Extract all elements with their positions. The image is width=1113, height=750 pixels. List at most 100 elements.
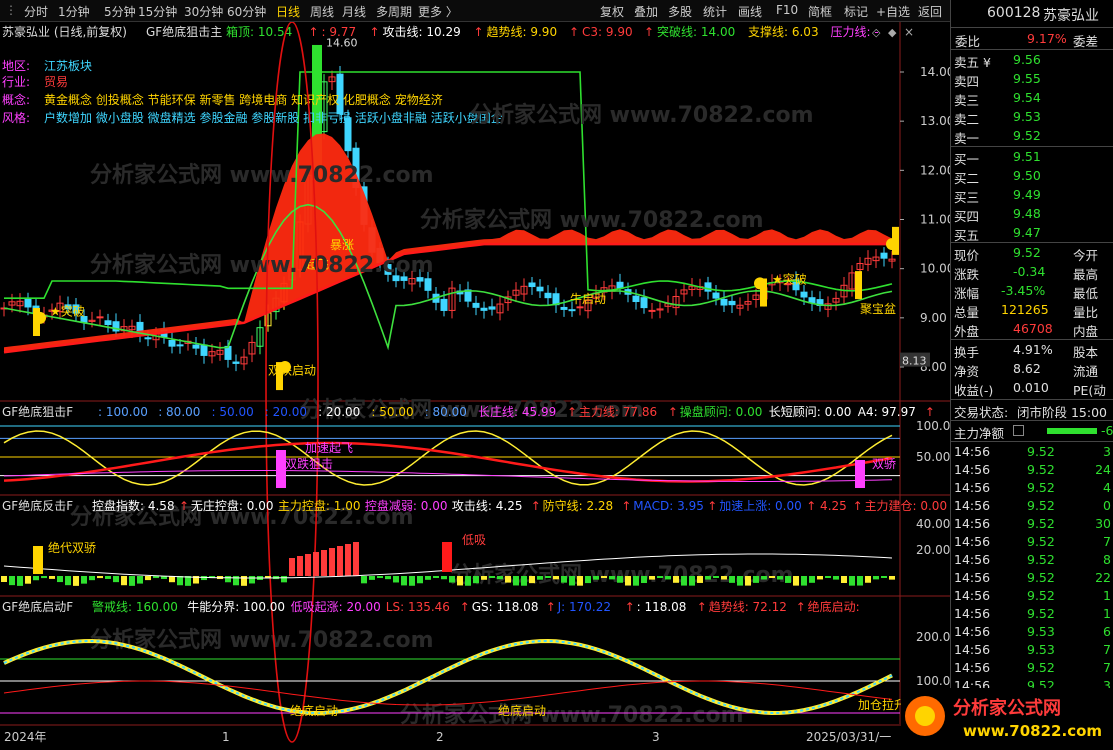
tick-volume: 6: [1103, 624, 1111, 639]
panel3-param-3: 主力控盘: 1.00: [278, 498, 361, 513]
panel3-bar: [505, 576, 511, 583]
buy-price: 9.50: [1013, 168, 1041, 183]
tick-row[interactable]: 14:56 9.52 8: [951, 551, 1113, 569]
toolbar-button-6[interactable]: 简框: [808, 3, 832, 20]
toolbar-button-3[interactable]: 统计: [703, 3, 727, 20]
panel3-param-6: ↑: [531, 499, 541, 513]
period-tab-8[interactable]: 月线: [342, 3, 366, 20]
tick-row[interactable]: 14:56 9.52 30: [951, 515, 1113, 533]
weibi-value: 9.17%: [1027, 31, 1067, 46]
panel4-param-8: ↑: [625, 600, 635, 614]
buy-price: 9.49: [1013, 187, 1041, 202]
period-tab-5[interactable]: 60分钟: [227, 3, 266, 20]
stock-header: 600128 苏豪弘业: [951, 4, 1113, 26]
trade-status-row: 交易状态: 闭市阶段 15:00: [951, 401, 1113, 420]
panel3-bar: [281, 576, 287, 583]
tick-row[interactable]: 14:56 9.52 22: [951, 569, 1113, 587]
money-bag-icon: [34, 311, 46, 324]
panel3-param-0: 控盘指数: 4.58: [92, 498, 175, 513]
x-axis-label-2: 2: [436, 730, 444, 744]
toolbar-button-4[interactable]: 画线: [738, 3, 762, 20]
panel3-bar: [713, 576, 719, 579]
stat2-value: 0.010: [1013, 380, 1049, 395]
panel3-bar: [513, 576, 519, 586]
panel3-bar: [249, 576, 255, 584]
tick-row[interactable]: 14:56 9.52 7: [951, 533, 1113, 551]
panel3-bar: [305, 554, 311, 576]
chart-area[interactable]: 14.0013.0012.0011.0010.009.008.008.1314.…: [0, 21, 954, 747]
period-tab-0[interactable]: 分时: [24, 3, 48, 20]
panel4-param-10: ↑: [697, 600, 707, 614]
logo-text: 分析家公式网: [953, 697, 1061, 719]
panel3-bar: [441, 576, 447, 580]
main-title: 苏豪弘业 (日线,前复权): [2, 24, 127, 39]
tick-time: 14:56: [954, 516, 991, 531]
main-annotation-2: 暴涨: [330, 237, 354, 252]
candle-body: [424, 278, 432, 291]
tick-volume: 22: [1095, 570, 1111, 585]
toolbar-button-0[interactable]: 复权: [600, 3, 624, 20]
buy-row: 买二 9.50: [951, 167, 1113, 186]
period-tab-9[interactable]: 多周期: [376, 3, 412, 20]
tick-price: 9.52: [1027, 660, 1055, 675]
info-label-3: 风格:: [2, 110, 30, 125]
tick-row[interactable]: 14:56 9.52 4: [951, 479, 1113, 497]
signal-bar: [855, 271, 862, 300]
candle-body: [560, 306, 568, 310]
sell-price: 9.52: [1013, 128, 1041, 143]
tick-row[interactable]: 14:56 9.52 0: [951, 497, 1113, 515]
tick-volume: 7: [1103, 642, 1111, 657]
stock-code: 600128: [987, 5, 1041, 21]
panel3-bar: [553, 576, 559, 580]
buy-price: 9.47: [1013, 225, 1041, 240]
toolbar-button-1[interactable]: 叠加: [634, 3, 658, 20]
tick-row[interactable]: 14:56 9.52 1: [951, 587, 1113, 605]
panel3-bar: [721, 576, 727, 580]
main-indicator-name: GF绝底狙击主: [146, 24, 222, 39]
toolbar-button-2[interactable]: 多股: [668, 3, 692, 20]
panel3-param-8: ↑: [621, 499, 631, 513]
tick-row[interactable]: 14:56 9.52 24: [951, 461, 1113, 479]
candle-body: [576, 306, 584, 309]
period-tab-10[interactable]: 更多 〉: [418, 3, 458, 20]
tick-row[interactable]: 14:56 9.52 7: [951, 659, 1113, 677]
period-tab-3[interactable]: 15分钟: [138, 3, 177, 20]
toolbar-button-7[interactable]: 标记: [844, 3, 868, 20]
tick-row[interactable]: 14:56 9.52 1: [951, 605, 1113, 623]
tick-row[interactable]: 14:56 9.53 7: [951, 641, 1113, 659]
sell-price: 9.56: [1013, 52, 1041, 67]
kline-chart-svg[interactable]: 14.0013.0012.0011.0010.009.008.008.1314.…: [0, 21, 954, 747]
panel3-bar: [873, 576, 879, 580]
toolbar-button-8[interactable]: +自选: [876, 3, 910, 20]
panel3-bar: [777, 576, 783, 580]
candle-body: [472, 302, 480, 308]
tick-price: 9.52: [1027, 498, 1055, 513]
toolbar-button-5[interactable]: F10: [776, 3, 798, 17]
panel3-bar: [617, 576, 623, 583]
tick-price: 9.52: [1027, 570, 1055, 585]
main-param-9: ↑: [644, 25, 654, 39]
main-net-row[interactable]: 主力净额 -6: [951, 422, 1113, 441]
panel3-bar: [361, 576, 367, 584]
panel4-param-2: 低吸起涨: 20.00: [291, 599, 381, 614]
menu-icon[interactable]: [1013, 425, 1024, 436]
buy-label: 买四: [954, 209, 980, 224]
panel3-param-10: ↑: [707, 499, 717, 513]
stat2-row: 换手 4.91% 股本: [951, 341, 1113, 360]
tick-row[interactable]: 14:56 9.52 3: [951, 443, 1113, 461]
panel3-bar: [585, 576, 591, 584]
x-axis-label-1: 1: [222, 730, 230, 744]
candle-body: [480, 307, 488, 311]
tick-row[interactable]: 14:56 9.53 6: [951, 623, 1113, 641]
candle-body: [536, 286, 544, 292]
period-tab-6[interactable]: 日线: [276, 3, 300, 20]
panel3-bar: [801, 576, 807, 586]
period-tab-4[interactable]: 30分钟: [184, 3, 223, 20]
panel4-annotation-0: 绝底启动: [290, 703, 338, 718]
panel3-bar: [345, 544, 351, 576]
panel3-param-1: ↑: [179, 499, 189, 513]
period-tab-2[interactable]: 5分钟: [104, 3, 136, 20]
period-tab-7[interactable]: 周线: [310, 3, 334, 20]
period-tab-1[interactable]: 1分钟: [58, 3, 90, 20]
toolbar-button-9[interactable]: 返回: [918, 3, 942, 20]
